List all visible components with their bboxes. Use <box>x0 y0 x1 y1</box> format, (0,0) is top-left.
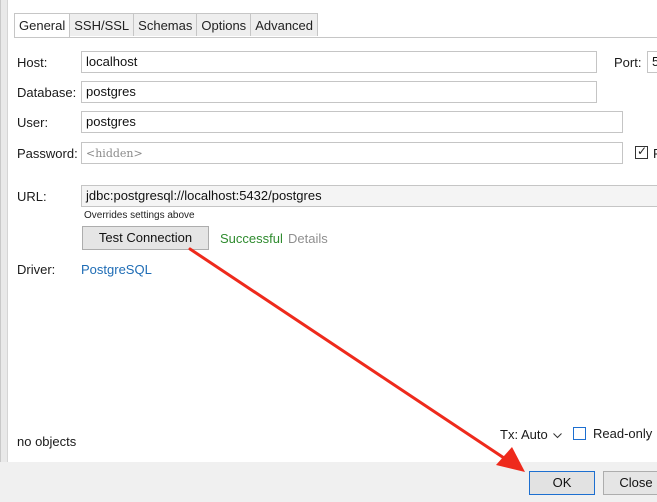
user-label: User: <box>17 115 49 130</box>
port-field[interactable]: 5 <box>647 51 657 73</box>
driver-label: Driver: <box>17 262 56 277</box>
database-label: Database: <box>17 85 77 100</box>
url-label: URL: <box>17 189 47 204</box>
remember-password-label: R <box>653 146 657 161</box>
checkmark-icon: ✓ <box>637 144 648 158</box>
test-status: Successful <box>220 231 283 246</box>
tab-general[interactable]: General <box>14 13 71 38</box>
tab-advanced[interactable]: Advanced <box>250 13 319 36</box>
tab-schemas[interactable]: Schemas <box>133 13 198 36</box>
url-field[interactable]: jdbc:postgresql://localhost:5432/postgre… <box>81 185 657 207</box>
password-placeholder: <hidden> <box>86 147 143 160</box>
details-link[interactable]: Details <box>288 231 328 246</box>
url-hint: Overrides settings above <box>84 210 195 221</box>
test-connection-button[interactable]: Test Connection <box>82 226 209 250</box>
password-label: Password: <box>17 146 78 161</box>
read-only-checkbox[interactable] <box>573 427 586 440</box>
tab-divider <box>14 37 657 38</box>
driver-link[interactable]: PostgreSQL <box>81 262 152 277</box>
host-label: Host: <box>17 55 48 70</box>
tx-mode-label: Tx: Auto <box>500 427 548 442</box>
chevron-down-icon <box>553 432 563 438</box>
left-edge-strip <box>1 0 8 462</box>
tab-ssh-ssl[interactable]: SSH/SSL <box>69 13 135 36</box>
tx-mode-dropdown[interactable]: Tx: Auto <box>500 427 563 443</box>
objects-status: no objects <box>17 434 77 449</box>
ok-button[interactable]: OK <box>529 471 595 495</box>
tab-options[interactable]: Options <box>196 13 252 36</box>
password-field[interactable]: <hidden> <box>81 142 623 164</box>
read-only-label: Read-only <box>593 426 653 441</box>
database-field[interactable]: postgres <box>81 81 597 103</box>
user-field[interactable]: postgres <box>81 111 623 133</box>
connection-settings-panel: General SSH/SSL Schemas Options Advanced… <box>0 0 657 462</box>
dialog-button-bar: OK Close <box>0 462 657 502</box>
remember-password-checkbox[interactable]: ✓ <box>635 144 648 159</box>
host-field[interactable]: localhost <box>81 51 597 73</box>
port-label: Port: <box>614 55 642 70</box>
close-button[interactable]: Close <box>603 471 657 495</box>
tab-bar: General SSH/SSL Schemas Options Advanced <box>14 13 319 38</box>
